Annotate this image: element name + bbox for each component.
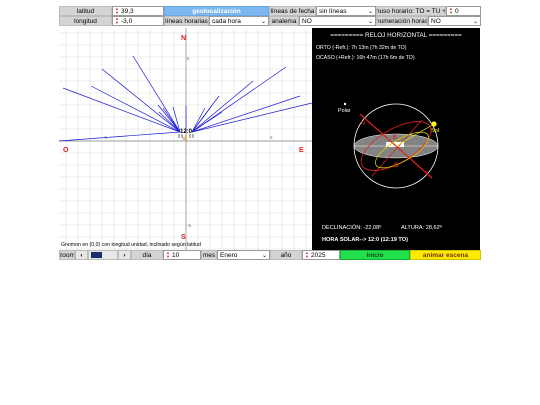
west-label: O — [63, 147, 69, 154]
analemma-select[interactable]: NO ⌄ — [299, 16, 376, 26]
day-spinner-icon[interactable]: ▲ ▼ — [165, 251, 171, 259]
zoom-slider[interactable] — [88, 250, 118, 260]
sun-label: Sol — [431, 128, 439, 134]
day-value: 10 — [172, 251, 180, 259]
north-label: N — [181, 35, 186, 42]
celestial-sphere-svg: ========= RELOJ HORIZONTAL ========= ORT… — [316, 32, 462, 243]
origin-tick: 0 — [183, 136, 186, 141]
date-lines-label: líneas de fecha — [269, 6, 316, 16]
polaris-marker — [343, 102, 347, 106]
longitude-spinner-icon[interactable]: ▲ ▼ — [114, 17, 120, 25]
chevron-down-icon: ⌄ — [260, 18, 266, 25]
animate-scene-button[interactable]: animar escena — [410, 250, 481, 260]
latitude-spinner-icon[interactable]: ▲ ▼ — [114, 7, 120, 15]
chevron-right-icon: › — [123, 251, 126, 259]
noon-hour-label: 12:0 — [180, 129, 193, 135]
hour-line-9am — [101, 68, 181, 133]
hour-numbering-label: numeración horas — [376, 16, 428, 26]
hour-lines-label: líneas horarias — [164, 16, 209, 26]
sun-marker — [431, 121, 437, 127]
gnomon-note: Gnomon en (0,0) con longitud unidad, inc… — [61, 242, 201, 248]
polar-label: Polar — [338, 108, 351, 114]
year-label: año — [270, 250, 302, 260]
geolocation-button[interactable]: geolocalización — [164, 6, 269, 16]
sundial-svg[interactable]: 12:0 0 N S O E 5 -5 -5 5 Gnomon en (0,0)… — [59, 28, 312, 250]
hour-numbering-select[interactable]: NO ⌄ — [428, 16, 481, 26]
sphere-north: N — [361, 121, 365, 127]
analemma-value: NO — [302, 17, 312, 25]
longitude-field[interactable]: ▲ ▼ -3,0 — [112, 16, 164, 26]
zoom-label: zoom — [59, 250, 75, 260]
sunrise-text: ORTO (-Refr.): 7h 13m (7h 32m de TO) — [316, 45, 407, 51]
panel-title: ========= RELOJ HORIZONTAL ========= — [330, 32, 462, 39]
hour-lines-value: cada hora — [212, 17, 241, 25]
zoom-slider-thumb[interactable] — [91, 252, 102, 258]
zoom-in-button[interactable]: › — [118, 250, 131, 260]
latitude-value: 39,3 — [121, 7, 134, 15]
longitude-value: -3,0 — [121, 17, 133, 25]
chevron-down-icon: ⌄ — [367, 18, 373, 25]
south-label: S — [181, 234, 186, 241]
year-value: 2025 — [311, 251, 326, 259]
timezone-field[interactable]: ▲ ▼ 0 — [446, 6, 481, 16]
timezone-value: 0 — [455, 7, 459, 15]
latitude-field[interactable]: ▲ ▼ 39,3 — [112, 6, 164, 16]
hour-numbering-value: NO — [431, 17, 441, 25]
zoom-out-button[interactable]: ‹ — [75, 250, 88, 260]
tick-label-left: -5 — [103, 135, 107, 140]
day-label: día — [131, 250, 163, 260]
month-label: mes — [201, 250, 217, 260]
chevron-down-icon: ⌄ — [261, 252, 267, 259]
solar-time-text: HORA SOLAR--> 12:0 (12:19 TO) — [322, 237, 408, 243]
sphere-east: E — [393, 135, 397, 141]
analemma-label: analema — [269, 16, 299, 26]
timezone-spinner-icon[interactable]: ▲ ▼ — [448, 7, 454, 15]
info-panel[interactable]: ========= RELOJ HORIZONTAL ========= ORT… — [312, 28, 480, 250]
tick-label-right: 5 — [270, 135, 273, 140]
day-field[interactable]: ▲ ▼ 10 — [163, 250, 201, 260]
altitude-text: ALTURA: 28,62º — [401, 224, 442, 231]
hour-lines-select[interactable]: cada hora ⌄ — [209, 16, 269, 26]
hour-line-10am — [132, 55, 181, 133]
sphere-west: O — [394, 163, 399, 169]
chevron-left-icon: ‹ — [80, 251, 83, 259]
chevron-down-icon: ⌄ — [472, 18, 478, 25]
date-lines-value: sin líneas — [319, 7, 347, 15]
date-lines-select[interactable]: sin líneas ⌄ — [316, 6, 376, 16]
sphere-south: S — [425, 171, 429, 177]
timezone-label: huso horario: TO = TU + — [376, 6, 446, 16]
start-button[interactable]: inicio — [340, 250, 410, 260]
longitude-label: longitud — [59, 16, 112, 26]
declination-text: DECLINACIÓN: -22,08º — [322, 224, 381, 231]
year-field[interactable]: ▲ ▼ 2025 — [302, 250, 340, 260]
sunset-text: OCASO (+Refr.): 16h 47m (17h 6m de TO) — [316, 55, 415, 61]
year-spinner-icon[interactable]: ▲ ▼ — [304, 251, 310, 259]
tick-label-bottom: -5 — [187, 223, 191, 228]
month-select[interactable]: Enero ⌄ — [217, 250, 270, 260]
chevron-down-icon: ⌄ — [367, 8, 373, 15]
month-value: Enero — [220, 251, 238, 259]
hour-line-4pm — [191, 66, 287, 133]
east-label: E — [299, 147, 304, 154]
sundial-canvas[interactable]: 12:0 0 N S O E 5 -5 -5 5 Gnomon en (0,0)… — [59, 28, 312, 250]
latitude-label: latitud — [59, 6, 112, 16]
